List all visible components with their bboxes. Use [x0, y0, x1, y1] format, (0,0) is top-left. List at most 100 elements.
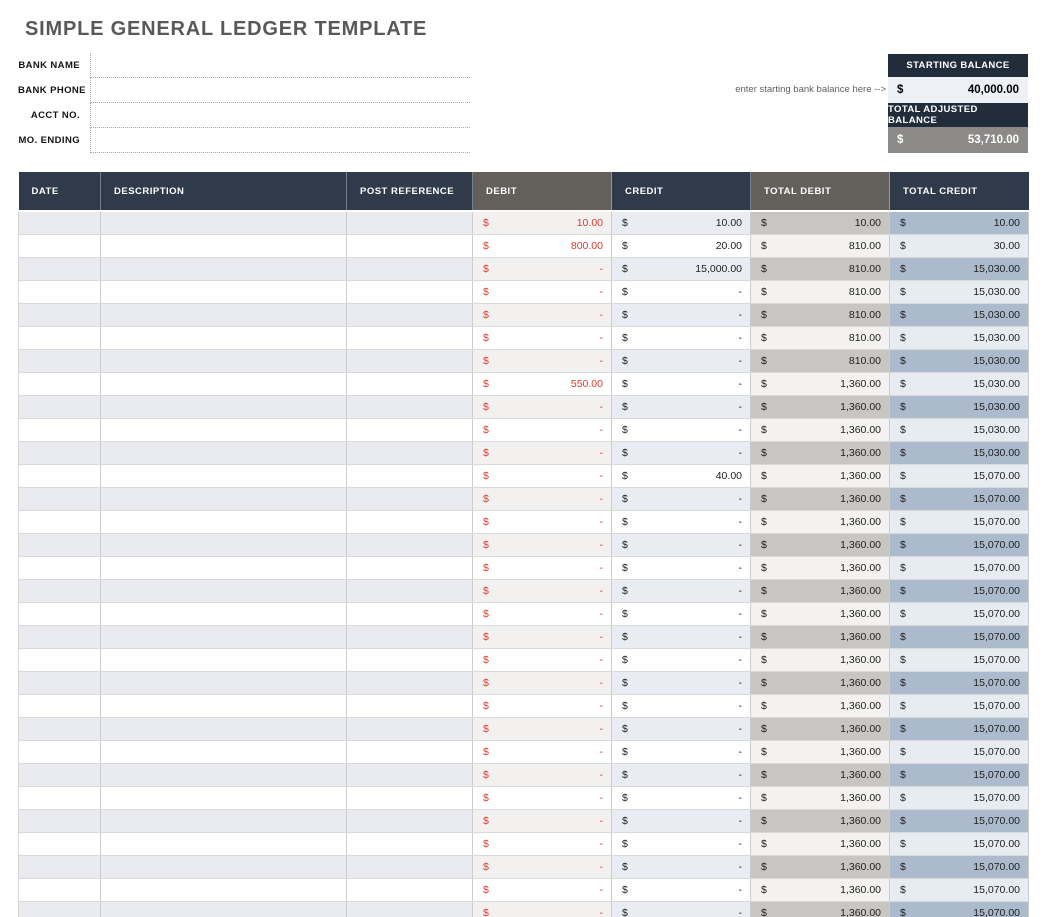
cell-credit[interactable]: $- [612, 419, 751, 442]
cell-date[interactable] [19, 626, 101, 649]
cell-date[interactable] [19, 465, 101, 488]
cell-post-reference[interactable] [347, 465, 473, 488]
cell-total-credit[interactable]: $15,030.00 [890, 304, 1029, 327]
cell-debit[interactable]: $- [473, 258, 612, 281]
cell-date[interactable] [19, 350, 101, 373]
cell-post-reference[interactable] [347, 557, 473, 580]
cell-total-credit[interactable]: $15,030.00 [890, 327, 1029, 350]
cell-total-credit[interactable]: $15,030.00 [890, 350, 1029, 373]
cell-debit[interactable]: $- [473, 603, 612, 626]
cell-total-credit[interactable]: $15,030.00 [890, 281, 1029, 304]
cell-credit[interactable]: $- [612, 580, 751, 603]
cell-post-reference[interactable] [347, 626, 473, 649]
cell-description[interactable] [101, 649, 347, 672]
cell-date[interactable] [19, 649, 101, 672]
cell-total-credit[interactable]: $15,070.00 [890, 626, 1029, 649]
cell-post-reference[interactable] [347, 649, 473, 672]
bank-phone-field[interactable] [90, 78, 470, 103]
cell-credit[interactable]: $- [612, 718, 751, 741]
cell-total-credit[interactable]: $15,070.00 [890, 465, 1029, 488]
cell-credit[interactable]: $- [612, 833, 751, 856]
cell-total-debit[interactable]: $810.00 [751, 281, 890, 304]
cell-description[interactable] [101, 281, 347, 304]
cell-credit[interactable]: $- [612, 672, 751, 695]
cell-total-debit[interactable]: $10.00 [751, 211, 890, 235]
cell-credit[interactable]: $- [612, 557, 751, 580]
cell-debit[interactable]: $- [473, 419, 612, 442]
cell-total-debit[interactable]: $1,360.00 [751, 672, 890, 695]
cell-total-credit[interactable]: $15,070.00 [890, 741, 1029, 764]
cell-description[interactable] [101, 741, 347, 764]
cell-date[interactable] [19, 695, 101, 718]
cell-description[interactable] [101, 396, 347, 419]
cell-debit[interactable]: $- [473, 833, 612, 856]
cell-post-reference[interactable] [347, 442, 473, 465]
cell-post-reference[interactable] [347, 764, 473, 787]
cell-total-credit[interactable]: $30.00 [890, 235, 1029, 258]
cell-description[interactable] [101, 603, 347, 626]
cell-total-credit[interactable]: $15,030.00 [890, 442, 1029, 465]
cell-date[interactable] [19, 281, 101, 304]
cell-debit[interactable]: $- [473, 488, 612, 511]
cell-credit[interactable]: $- [612, 787, 751, 810]
cell-debit[interactable]: $- [473, 327, 612, 350]
cell-description[interactable] [101, 695, 347, 718]
cell-debit[interactable]: $- [473, 580, 612, 603]
cell-total-credit[interactable]: $15,070.00 [890, 603, 1029, 626]
cell-total-credit[interactable]: $15,030.00 [890, 258, 1029, 281]
cell-total-debit[interactable]: $1,360.00 [751, 718, 890, 741]
cell-description[interactable] [101, 833, 347, 856]
cell-post-reference[interactable] [347, 373, 473, 396]
cell-description[interactable] [101, 787, 347, 810]
cell-post-reference[interactable] [347, 718, 473, 741]
cell-description[interactable] [101, 580, 347, 603]
cell-credit[interactable]: $- [612, 879, 751, 902]
cell-debit[interactable]: $- [473, 557, 612, 580]
cell-credit[interactable]: $15,000.00 [612, 258, 751, 281]
cell-post-reference[interactable] [347, 787, 473, 810]
bank-name-field[interactable] [90, 53, 470, 78]
cell-post-reference[interactable] [347, 810, 473, 833]
cell-date[interactable] [19, 580, 101, 603]
cell-description[interactable] [101, 764, 347, 787]
cell-post-reference[interactable] [347, 211, 473, 235]
cell-credit[interactable]: $- [612, 764, 751, 787]
cell-total-credit[interactable]: $15,070.00 [890, 534, 1029, 557]
cell-total-credit[interactable]: $15,070.00 [890, 511, 1029, 534]
cell-debit[interactable]: $- [473, 281, 612, 304]
cell-date[interactable] [19, 603, 101, 626]
cell-credit[interactable]: $- [612, 856, 751, 879]
cell-total-debit[interactable]: $1,360.00 [751, 879, 890, 902]
cell-total-debit[interactable]: $1,360.00 [751, 695, 890, 718]
cell-description[interactable] [101, 557, 347, 580]
cell-debit[interactable]: $- [473, 465, 612, 488]
cell-debit[interactable]: $- [473, 511, 612, 534]
cell-debit[interactable]: $- [473, 810, 612, 833]
cell-date[interactable] [19, 304, 101, 327]
cell-post-reference[interactable] [347, 235, 473, 258]
cell-total-credit[interactable]: $15,030.00 [890, 396, 1029, 419]
cell-total-credit[interactable]: $15,070.00 [890, 649, 1029, 672]
cell-total-debit[interactable]: $810.00 [751, 235, 890, 258]
cell-description[interactable] [101, 810, 347, 833]
cell-date[interactable] [19, 373, 101, 396]
cell-total-debit[interactable]: $1,360.00 [751, 557, 890, 580]
cell-credit[interactable]: $- [612, 442, 751, 465]
cell-total-credit[interactable]: $15,070.00 [890, 557, 1029, 580]
cell-description[interactable] [101, 350, 347, 373]
cell-total-credit[interactable]: $15,070.00 [890, 810, 1029, 833]
cell-total-debit[interactable]: $1,360.00 [751, 902, 890, 917]
cell-credit[interactable]: $- [612, 695, 751, 718]
cell-debit[interactable]: $- [473, 787, 612, 810]
cell-post-reference[interactable] [347, 695, 473, 718]
cell-credit[interactable]: $10.00 [612, 211, 751, 235]
cell-total-debit[interactable]: $1,360.00 [751, 396, 890, 419]
cell-description[interactable] [101, 879, 347, 902]
cell-post-reference[interactable] [347, 534, 473, 557]
cell-credit[interactable]: $- [612, 603, 751, 626]
cell-total-debit[interactable]: $1,360.00 [751, 534, 890, 557]
cell-debit[interactable]: $- [473, 695, 612, 718]
cell-post-reference[interactable] [347, 304, 473, 327]
cell-credit[interactable]: $- [612, 649, 751, 672]
cell-post-reference[interactable] [347, 741, 473, 764]
